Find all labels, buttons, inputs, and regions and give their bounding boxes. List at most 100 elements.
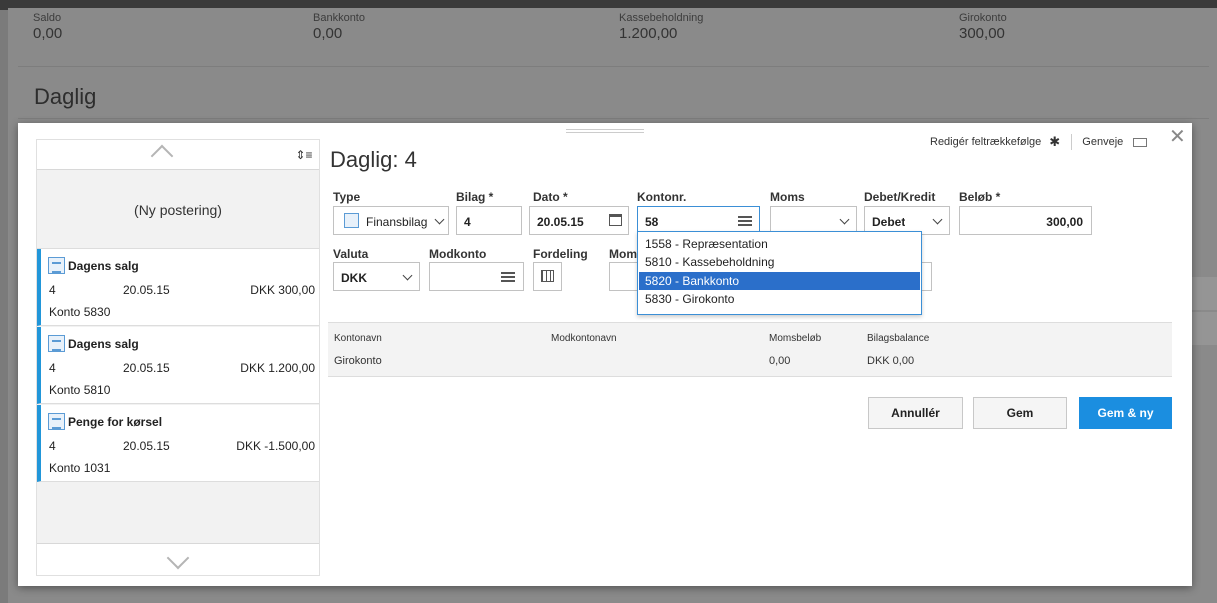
cancel-button[interactable]: Annullér xyxy=(868,397,963,429)
summary-header: Momsbeløb xyxy=(769,333,822,344)
bilag-input[interactable]: 4 xyxy=(456,206,522,235)
field-edge xyxy=(922,262,932,291)
document-icon xyxy=(48,413,65,430)
stat-value: 0,00 xyxy=(33,25,63,42)
dropdown-option[interactable]: 5810 - Kassebeholdning xyxy=(639,253,920,271)
belob-input[interactable]: 300,00 xyxy=(959,206,1092,235)
lookup-list-icon[interactable] xyxy=(501,272,515,282)
valuta-select[interactable]: DKK xyxy=(333,262,420,291)
kontonr-value: 58 xyxy=(645,215,659,229)
summary-panel: Kontonavn Modkontonavn Momsbeløb Bilagsb… xyxy=(328,322,1172,377)
save-button[interactable]: Gem xyxy=(973,397,1067,429)
bilag-value: 4 xyxy=(464,215,471,229)
dialog-title: Daglig: 4 xyxy=(330,147,417,172)
list-item[interactable]: Penge for kørsel 4 20.05.15 DKK -1.500,0… xyxy=(37,405,319,482)
summary-value: 0,00 xyxy=(769,355,791,367)
keyboard-icon[interactable] xyxy=(1133,137,1148,147)
list-item[interactable]: Dagens salg 4 20.05.15 DKK 1.200,00 Kont… xyxy=(37,327,319,404)
summary-header: Kontonavn xyxy=(334,333,382,344)
document-icon xyxy=(344,213,359,228)
type-select[interactable]: Finansbilag xyxy=(333,206,449,235)
calendar-icon[interactable] xyxy=(609,214,622,226)
dropdown-option-selected[interactable]: 5820 - Bankkonto xyxy=(639,272,920,290)
stat-girokonto: Girokonto 300,00 xyxy=(959,12,1007,42)
valuta-value: DKK xyxy=(341,271,367,285)
save-and-new-button[interactable]: Gem & ny xyxy=(1079,397,1172,429)
dato-input[interactable]: 20.05.15 xyxy=(529,206,629,235)
entry-account: Konto 5830 xyxy=(49,305,111,319)
entry-date: 20.05.15 xyxy=(123,439,170,453)
debet-kredit-value: Debet xyxy=(872,215,906,229)
summary-header: Bilagsbalance xyxy=(867,333,930,344)
entry-title: Dagens salg xyxy=(68,259,139,273)
stat-value: 1.200,00 xyxy=(619,25,678,42)
modkonto-input[interactable] xyxy=(429,262,524,291)
entry-date: 20.05.15 xyxy=(123,361,170,375)
chevron-down-icon xyxy=(839,214,850,225)
entry-number: 4 xyxy=(49,283,56,297)
summary-header: Modkontonavn xyxy=(551,333,617,344)
fordeling-button[interactable] xyxy=(533,262,562,291)
kontonr-label: Kontonr. xyxy=(637,190,687,204)
belob-value: 300,00 xyxy=(1046,215,1083,229)
close-icon[interactable]: ✕ xyxy=(1169,127,1186,147)
dialog-toolbar: Redigér feltrækkefølge ✱ Genveje xyxy=(930,131,1148,153)
stat-value: 0,00 xyxy=(313,25,343,42)
entry-account: Konto 5810 xyxy=(49,383,111,397)
chevron-down-icon xyxy=(434,214,445,225)
divider xyxy=(1071,134,1073,150)
entry-list: ⇕≡ (Ny postering) Dagens salg 4 20.05.15… xyxy=(36,139,320,576)
page-title: Daglig xyxy=(34,84,97,109)
grid-icon xyxy=(541,270,554,282)
document-icon xyxy=(48,257,65,274)
entry-number: 4 xyxy=(49,361,56,375)
divider xyxy=(18,118,1209,119)
stat-bankkonto: Bankkonto 0,00 xyxy=(313,12,365,42)
dato-value: 20.05.15 xyxy=(537,215,584,229)
moms-label-2: Moms xyxy=(609,247,637,261)
scroll-up-button[interactable] xyxy=(37,140,287,170)
stat-label: Girokonto xyxy=(959,12,1007,24)
dato-label: Dato * xyxy=(533,190,568,204)
entry-date: 20.05.15 xyxy=(123,283,170,297)
list-item[interactable]: Dagens salg 4 20.05.15 DKK 300,00 Konto … xyxy=(37,249,319,326)
valuta-label: Valuta xyxy=(333,247,369,261)
background-row xyxy=(1190,312,1217,345)
stat-label: Kassebeholdning xyxy=(619,12,704,24)
stat-label: Saldo xyxy=(33,12,62,24)
bilag-label: Bilag * xyxy=(456,190,494,204)
entry-account: Konto 1031 xyxy=(49,461,111,475)
stat-value: 300,00 xyxy=(959,25,1005,42)
chevron-down-icon xyxy=(402,270,413,281)
chevron-up-icon xyxy=(150,144,174,168)
shortcuts-link[interactable]: Genveje xyxy=(1082,136,1123,148)
background-row xyxy=(1190,277,1217,310)
stat-label: Bankkonto xyxy=(313,12,365,24)
scroll-down-button[interactable] xyxy=(37,543,319,575)
entry-number: 4 xyxy=(49,439,56,453)
modkonto-label: Modkonto xyxy=(429,247,487,261)
chevron-down-icon xyxy=(166,546,190,570)
entry-amount: DKK 300,00 xyxy=(250,283,315,297)
stat-kassebeholdning: Kassebeholdning 1.200,00 xyxy=(619,12,703,42)
debet-kredit-label: Debet/Kredit xyxy=(864,190,936,204)
balance-stats: Saldo 0,00 Bankkonto 0,00 Kassebeholdnin… xyxy=(20,12,1210,62)
entry-title: Penge for kørsel xyxy=(68,415,163,429)
moms-label: Moms xyxy=(770,190,805,204)
moms-amount-input[interactable] xyxy=(609,262,637,291)
dropdown-option[interactable]: 5830 - Girokonto xyxy=(639,290,920,308)
summary-value: Girokonto xyxy=(334,355,382,367)
document-icon xyxy=(48,335,65,352)
sort-icon[interactable]: ⇕≡ xyxy=(289,140,319,170)
list-header: ⇕≡ xyxy=(37,140,319,170)
stat-saldo: Saldo 0,00 xyxy=(33,12,62,42)
drag-handle[interactable] xyxy=(566,129,644,133)
posting-dialog: ⇕≡ (Ny postering) Dagens salg 4 20.05.15… xyxy=(18,123,1192,586)
summary-value: DKK 0,00 xyxy=(867,355,915,367)
new-entry-item[interactable]: (Ny postering) xyxy=(37,171,319,249)
entry-title: Dagens salg xyxy=(68,337,139,351)
dropdown-option[interactable]: 1558 - Repræsentation xyxy=(639,235,920,253)
gear-icon[interactable]: ✱ xyxy=(1049,135,1061,148)
lookup-list-icon[interactable] xyxy=(738,216,752,226)
edit-field-order-link[interactable]: Redigér feltrækkefølge xyxy=(930,136,1041,148)
